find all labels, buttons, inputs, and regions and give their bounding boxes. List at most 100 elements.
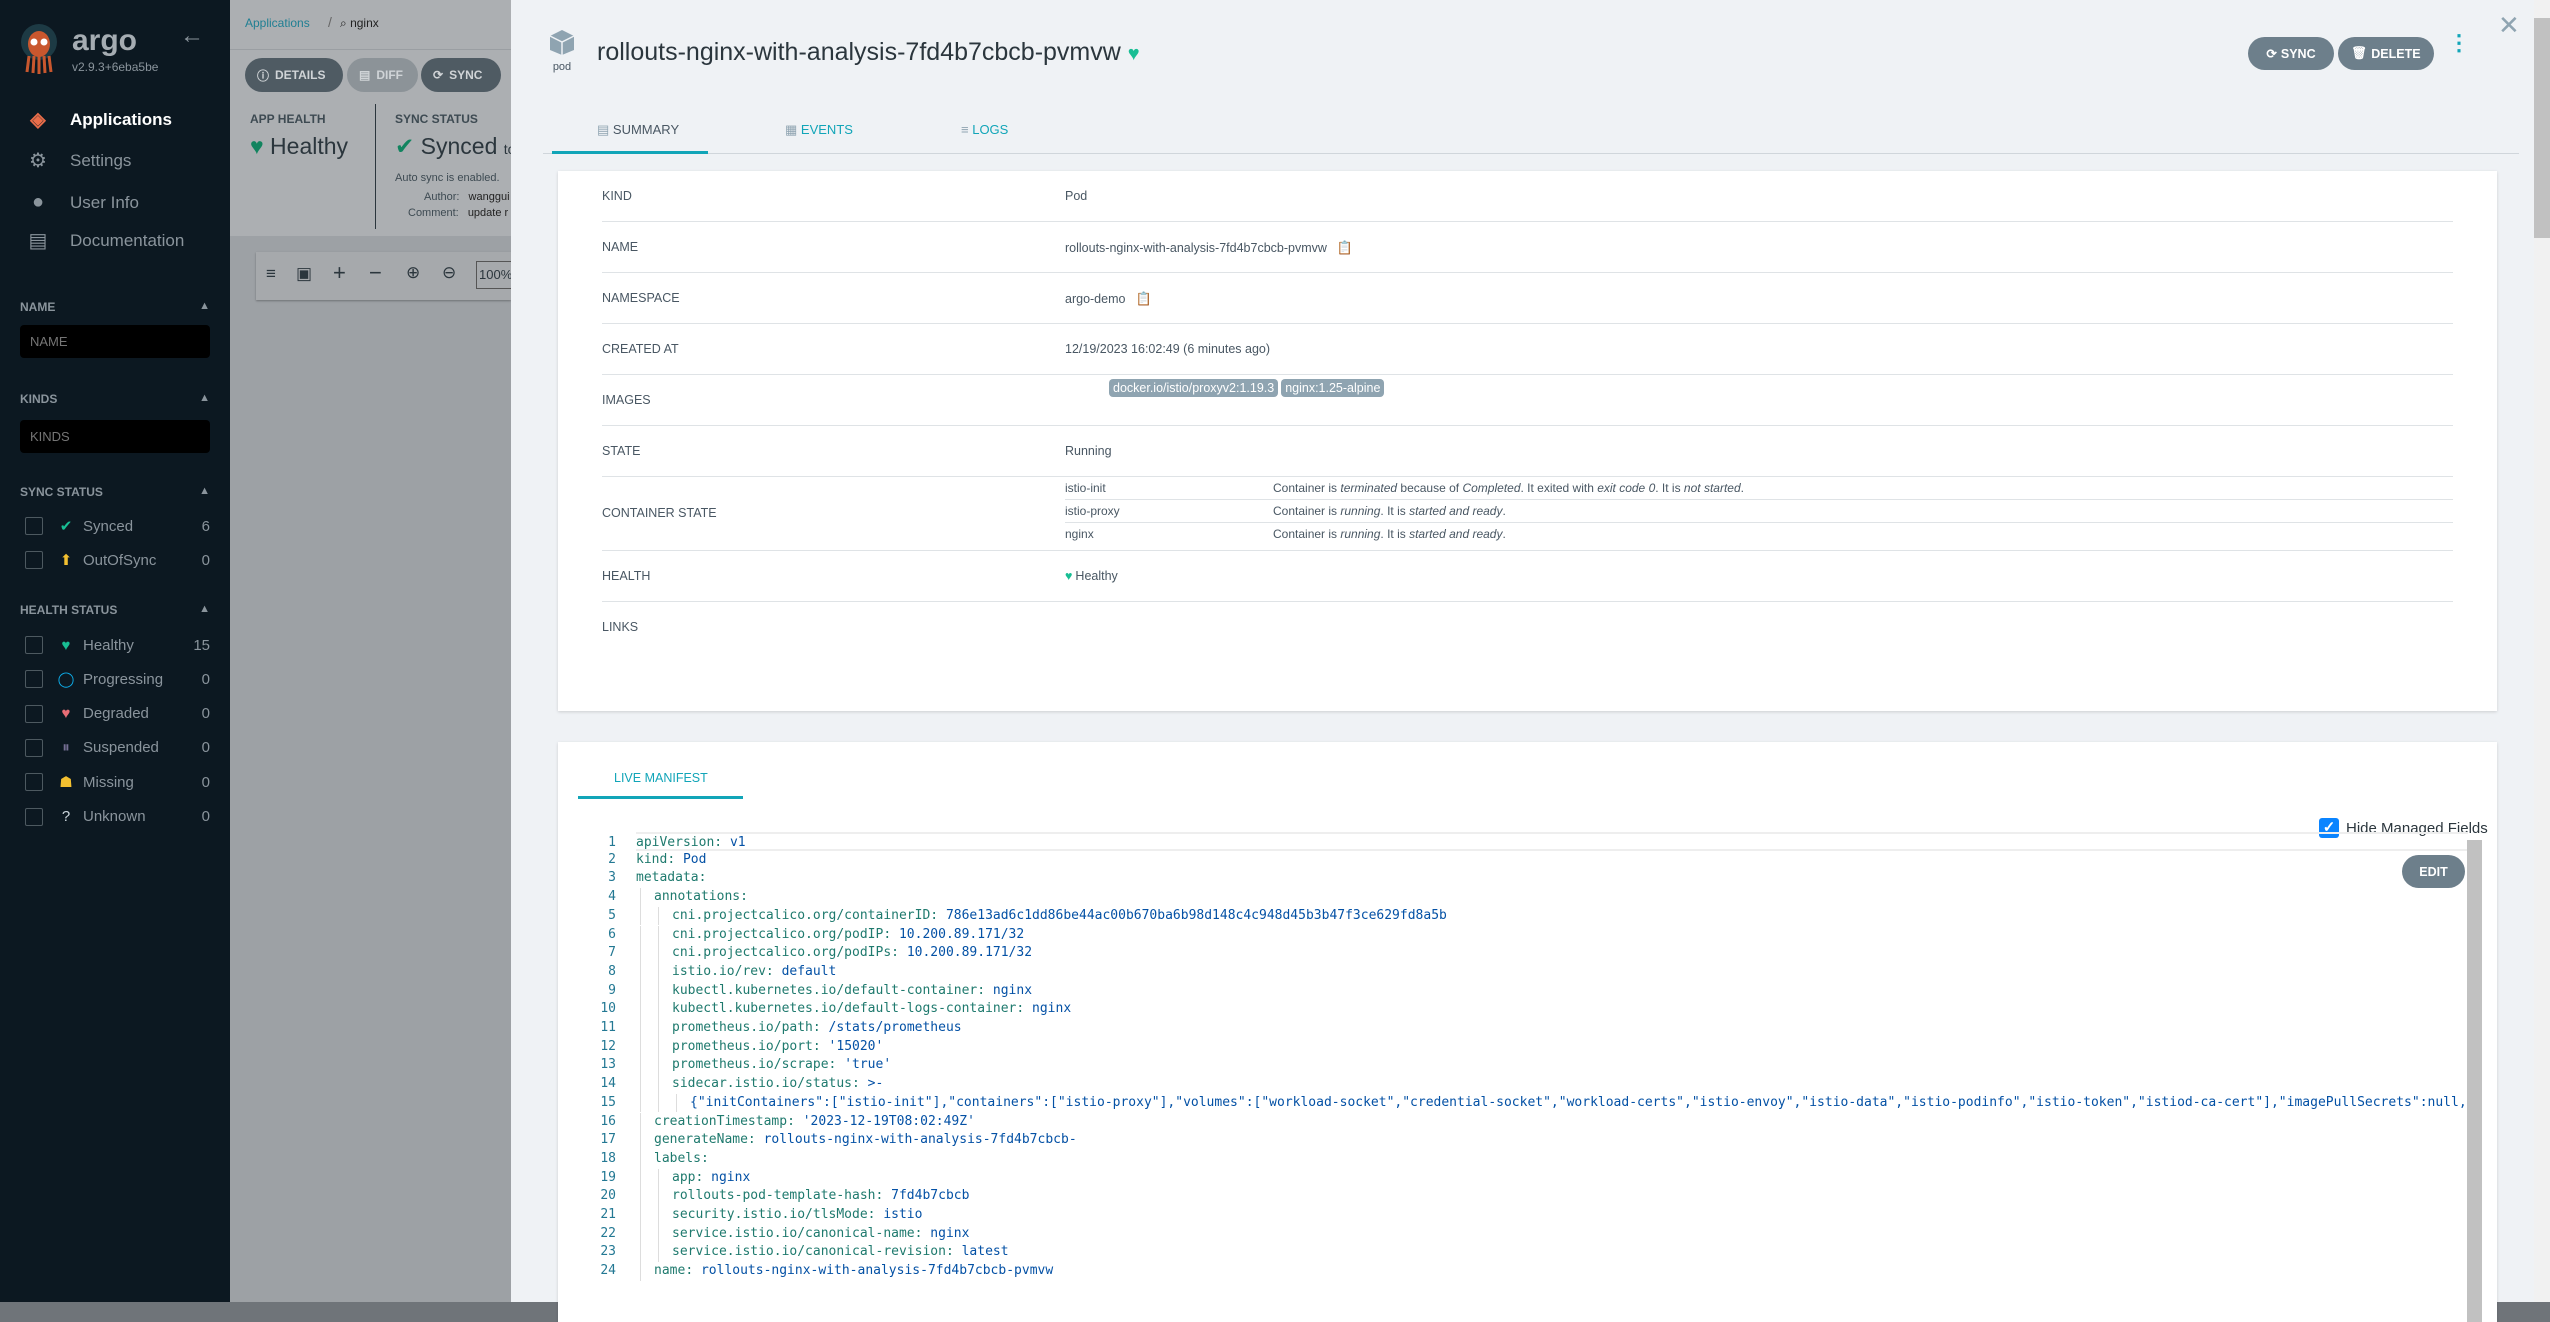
plus-icon[interactable]: + [333, 260, 346, 286]
question-circle-icon: ? [61, 808, 71, 825]
version: v2.9.3+6eba5be [72, 60, 159, 74]
caret-up-icon[interactable]: ▲ [199, 300, 210, 312]
tab-live-manifest[interactable]: LIVE MANIFEST [614, 771, 708, 785]
sync-icon: ⟳ [2266, 47, 2277, 61]
code-line: 20 rollouts-pod-template-hash: 7fd4b7cbcb [598, 1187, 2468, 1206]
book-icon: ▤ [28, 230, 48, 252]
summary-row-kind: KIND Pod [602, 171, 2453, 222]
image-badge: nginx:1.25-alpine [1281, 379, 1385, 397]
editor-scrollbar[interactable] [2467, 840, 2482, 1322]
summary-row-links: LINKS [602, 619, 639, 634]
summary-row-namespace: NAMESPACE argo-demo 📋 [602, 273, 2453, 324]
kinds-filter-title[interactable]: KINDS ▲ [20, 392, 210, 406]
code-line: 11 prometheus.io/path: /stats/prometheus [598, 1019, 2468, 1038]
breadcrumb-search[interactable]: ⌕ nginx [340, 16, 379, 31]
healthy-heart-icon: ♥ [1127, 43, 1140, 65]
code-line: 22 service.istio.io/canonical-name: nginx [598, 1224, 2468, 1244]
tab-summary[interactable]: ▤ SUMMARY [597, 122, 679, 138]
summary-row-health: HEALTH ♥ Healthy [602, 551, 2453, 602]
kinds-filter-input[interactable] [20, 420, 210, 453]
logs-icon: ≡ [961, 122, 969, 137]
code-line: 9 kubectl.kubernetes.io/default-container… [598, 981, 2468, 1001]
filter-missing[interactable]: ☗ Missing 0 [25, 773, 210, 792]
nav-applications[interactable]: ◈ Applications [26, 107, 172, 132]
checkbox[interactable] [25, 807, 43, 826]
code-line: 4 annotations: [598, 888, 2468, 907]
code-line: 16 creationTimestamp: '2023-12-19T08:02:4… [598, 1112, 2468, 1132]
code-line: 24 name: rollouts-nginx-with-analysis-7fd… [598, 1262, 2468, 1281]
caret-up-icon[interactable]: ▲ [199, 392, 210, 404]
checkbox[interactable] [25, 517, 43, 535]
close-icon[interactable]: ✕ [2498, 10, 2520, 41]
summary-row-name: NAME rollouts-nginx-with-analysis-7fd4b7c… [602, 222, 2453, 273]
copy-clipboard-icon[interactable]: 📋 [1337, 240, 1353, 256]
checkbox[interactable] [25, 773, 43, 792]
minus-icon[interactable]: − [369, 260, 382, 286]
tab-logs[interactable]: ≡ LOGS [961, 122, 1008, 137]
zoom-input[interactable]: 100% [476, 261, 516, 289]
checkbox[interactable] [25, 551, 43, 570]
breadcrumb-applications[interactable]: Applications [245, 16, 310, 30]
zoom-out-icon[interactable]: ⊖ [442, 263, 456, 283]
checkbox[interactable] [25, 738, 43, 757]
fit-icon[interactable]: ▣ [296, 264, 312, 284]
list-icon[interactable]: ≡ [266, 264, 276, 284]
tab-events[interactable]: ▦ EVENTS [785, 122, 853, 138]
code-line: 19 app: nginx [598, 1168, 2468, 1188]
filter-unknown[interactable]: ? Unknown 0 [25, 807, 210, 826]
file-icon: ▤ [597, 122, 610, 137]
zoom-in-icon[interactable]: ⊕ [406, 263, 420, 283]
container-state-row: istio-proxy Container is running. It is s… [1065, 500, 2453, 523]
manifest-editor[interactable]: 1 apiVersion: v1 2 kind: Pod 3 metadata: 4 ann… [598, 832, 2468, 1302]
circle-notch-icon: ◯ [57, 671, 75, 689]
code-line: 17 generateName: rollouts-nginx-with-anal… [598, 1131, 2468, 1150]
code-line: 3 metadata: [608, 870, 707, 886]
application-details-background: Applications / ⌕ nginx ⓘ DETAILS ▤ DIFF … [230, 0, 516, 1302]
health-status-title[interactable]: HEALTH STATUS ▲ [20, 603, 210, 617]
code-line: 10 kubectl.kubernetes.io/default-logs-con… [598, 1000, 2468, 1019]
nav-documentation[interactable]: ▤ Documentation [26, 228, 185, 253]
manifest-card: LIVE MANIFEST ✓ Hide Managed Fields 1 api… [558, 742, 2497, 1322]
sync-button[interactable]: ⟳ SYNC [2248, 37, 2334, 70]
diff-button[interactable]: ▤ DIFF [347, 58, 418, 92]
brand: argo [72, 24, 138, 57]
filter-progressing[interactable]: ◯ Progressing 0 [25, 670, 210, 689]
container-state-row: istio-init Container is terminated becaus… [1065, 477, 2453, 500]
filter-suspended[interactable]: ⏸ Suspended 0 [25, 738, 210, 757]
details-button[interactable]: ⓘ DETAILS [245, 58, 343, 92]
nav-settings[interactable]: ⚙ Settings [26, 148, 131, 173]
checkbox[interactable] [25, 704, 43, 723]
auto-sync-text: Auto sync is enabled. [395, 172, 500, 184]
edit-button[interactable]: EDIT [2402, 855, 2465, 888]
caret-up-icon[interactable]: ▲ [199, 603, 210, 615]
checkbox[interactable] [25, 636, 43, 654]
graph-toolbar: ≡ ▣ + − ⊕ ⊖ 100% [256, 252, 516, 300]
summary-row-state: STATE Running [602, 426, 2453, 477]
code-line: 13 prometheus.io/scrape: 'true' [598, 1056, 2468, 1076]
name-filter-title[interactable]: NAME ▲ [20, 300, 210, 314]
nav-user-info[interactable]: ● User Info [26, 191, 139, 214]
caret-up-icon[interactable]: ▲ [199, 485, 210, 497]
delete-button[interactable]: 🗑 DELETE [2338, 37, 2434, 70]
more-menu-icon[interactable]: ⋮ [2448, 32, 2470, 54]
scrollbar[interactable] [2534, 0, 2550, 1302]
summary-row-images: IMAGES docker.io/istio/proxyv2:1.19.3 ngin… [602, 375, 2453, 426]
image-badge: docker.io/istio/proxyv2:1.19.3 [1109, 379, 1279, 397]
check-circle-icon: ✔ [59, 518, 73, 535]
filter-healthy[interactable]: ♥ Healthy 15 [25, 636, 210, 654]
code-line: 18 labels: [598, 1149, 2468, 1169]
container-state-row: nginx Container is running. It is started… [1065, 527, 1506, 541]
copy-clipboard-icon[interactable]: 📋 [1135, 291, 1151, 307]
name-filter-input[interactable] [20, 325, 210, 358]
filter-degraded[interactable]: ♥ Degraded 0 [25, 704, 210, 723]
code-line: 8 istio.io/rev: default [598, 962, 2468, 982]
argo-logo [21, 24, 57, 74]
collapse-arrow-icon[interactable]: ← [180, 22, 204, 50]
sync-button-bg[interactable]: ⟳ SYNC [421, 58, 501, 92]
filter-outofsync[interactable]: ⬆ OutOfSync 0 [25, 551, 210, 570]
sync-status-title[interactable]: SYNC STATUS ▲ [20, 485, 210, 499]
filter-synced[interactable]: ✔ Synced 6 [25, 517, 210, 535]
heart-broken-icon: ♥ [61, 705, 71, 723]
sync-status-label: SYNC STATUS [395, 112, 478, 126]
checkbox[interactable] [25, 670, 43, 689]
